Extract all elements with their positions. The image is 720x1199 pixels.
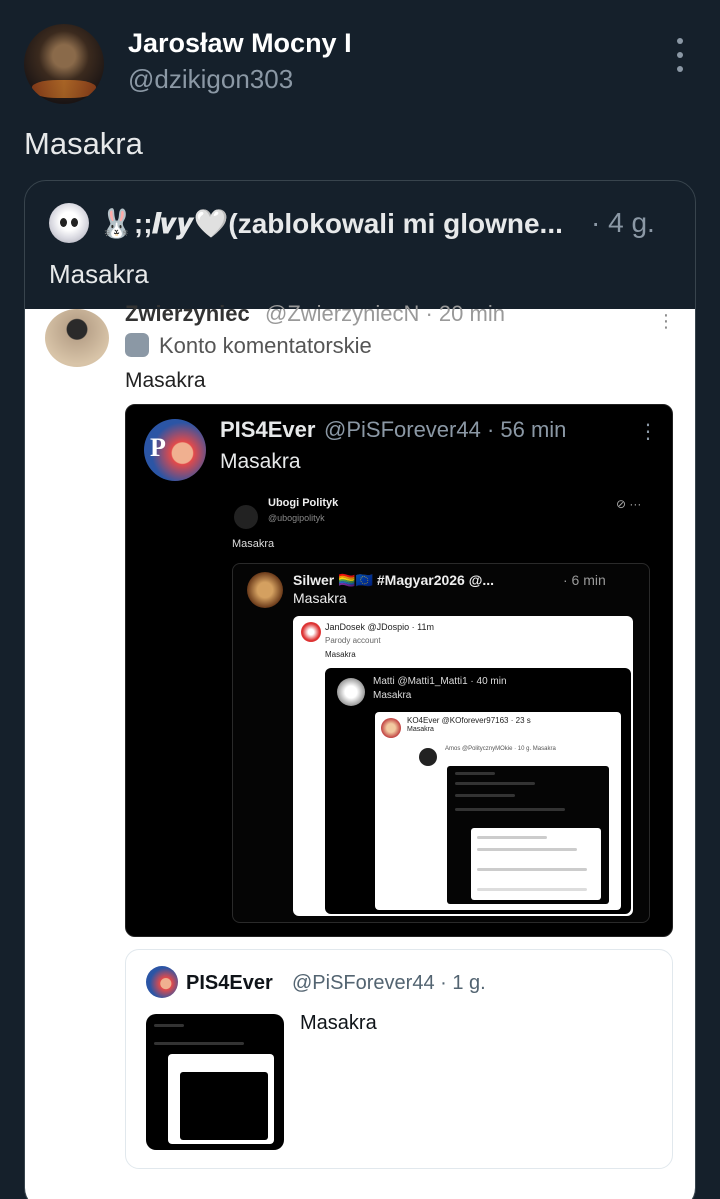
ubogi-avatar	[234, 505, 258, 529]
author-avatar[interactable]	[24, 24, 104, 104]
ko4ever-screenshot: KO4Ever @KOforever97163 · 23 s Masakra A…	[375, 712, 621, 910]
action-bar: ○ ⇄ ♥ 2 ▮▮ ▢ ↑	[25, 1191, 695, 1199]
screenshot-author-handle: @ZwierzyniecN · 20 min	[265, 301, 505, 326]
matti-screenshot: Matti @Matti1_Matti1 · 40 min Masakra KO…	[325, 668, 631, 914]
silwer-name: Silwer 🏳️‍🌈🇪🇺 #Magyar2026 @...	[293, 572, 495, 588]
nested-quote-text: Masakra	[300, 1012, 377, 1034]
ubogi-text: Masakra	[232, 538, 275, 550]
mini-text-line	[154, 1042, 244, 1045]
embedded-avatar	[144, 419, 206, 481]
deep-nested-white	[471, 828, 601, 900]
silwer-time: · 6 min	[563, 572, 606, 588]
ko4ever-name: KO4Ever @KOforever97163 · 23 s	[407, 716, 531, 725]
embedded-more-icon: ⋮	[638, 421, 658, 443]
quoted-post-text: Masakra	[49, 259, 149, 289]
post-text: Masakra	[24, 126, 143, 161]
mini-text-line	[455, 794, 515, 797]
screenshot-more-icon: ⋮	[657, 311, 675, 331]
ubogi-icons: ⊘ ···	[616, 497, 642, 511]
mini-text-line	[477, 848, 577, 851]
embedded-author-name: PIS4Ever	[220, 417, 316, 442]
embedded-post-text: Masakra	[220, 450, 301, 473]
attached-screenshot-image[interactable]: Zwierzyniec @ZwierzyniecN · 20 min ⋮ Kon…	[25, 301, 695, 1199]
mini-text-line	[455, 782, 535, 785]
ko4ever-text: Masakra	[407, 726, 434, 733]
author-handle[interactable]: @dzikigon303	[128, 64, 293, 95]
quoted-author-name: 🐰;;𝑰𝒗𝒚🤍(zablokowali mi glowne...	[99, 208, 563, 239]
screenshot-post-text: Masakra	[125, 369, 206, 392]
nested-quote-card: PIS4Ever @PiSForever44 · 1 g. Masakra	[125, 949, 673, 1169]
nested-quote-thumbnail	[146, 1014, 284, 1150]
mini-text-line	[154, 1024, 184, 1027]
nested-quote-name: PIS4Ever	[186, 972, 273, 994]
matti-text: Masakra	[373, 690, 412, 701]
silwer-screenshot: Silwer 🏳️‍🌈🇪🇺 #Magyar2026 @... · 6 min M…	[232, 563, 650, 923]
thumbnail-inner-dark	[180, 1072, 268, 1140]
amos-line: Amos @PolitycznyMOkie · 10 g. Masakra	[445, 746, 556, 752]
quoted-author-avatar	[49, 203, 89, 243]
quoted-post-time: · 4 g.	[591, 207, 655, 238]
mini-text-line	[477, 868, 587, 871]
screenshot-author-name: Zwierzyniec	[125, 301, 250, 326]
thumbnail-inner	[168, 1054, 274, 1144]
ubogi-handle: @ubogipolityk	[268, 513, 325, 523]
nested-quote-handle: @PiSForever44 · 1 g.	[292, 972, 486, 994]
silwer-avatar	[247, 572, 283, 608]
matti-name: Matti @Matti1_Matti1 · 40 min	[373, 676, 507, 687]
jandosek-screenshot: JanDosek @JDospio · 11m Parody account M…	[293, 616, 633, 916]
mask-icon	[125, 333, 149, 357]
screenshot-avatar	[45, 309, 109, 367]
nested-quote-avatar	[146, 966, 178, 998]
ko4ever-avatar	[381, 718, 401, 738]
screenshot-account-label: Konto komentatorskie	[159, 333, 372, 358]
silwer-text: Masakra	[293, 590, 347, 606]
jandosek-text: Masakra	[325, 650, 356, 659]
ubogi-name: Ubogi Polityk	[268, 497, 339, 509]
amos-avatar	[419, 748, 437, 766]
quoted-post-card[interactable]: 🐰;;𝑰𝒗𝒚🤍(zablokowali mi glowne... · 4 g. …	[24, 180, 696, 1199]
more-options-icon[interactable]	[668, 38, 692, 72]
embedded-author-handle: @PiSForever44 · 56 min	[324, 417, 567, 442]
mini-text-line	[455, 808, 565, 811]
mini-text-line	[455, 772, 495, 775]
jandosek-avatar	[301, 622, 321, 642]
mini-text-line	[477, 888, 587, 891]
jandosek-name: JanDosek @JDospio · 11m	[325, 622, 435, 632]
deep-nested-screenshot	[447, 766, 609, 904]
embedded-screenshot-dark: PIS4Ever @PiSForever44 · 56 min ⋮ Masakr…	[125, 404, 673, 937]
jandosek-label: Parody account	[325, 636, 381, 645]
mini-text-line	[477, 836, 547, 839]
author-display-name[interactable]: Jarosław Mocny I	[128, 28, 352, 59]
matti-avatar	[337, 678, 365, 706]
